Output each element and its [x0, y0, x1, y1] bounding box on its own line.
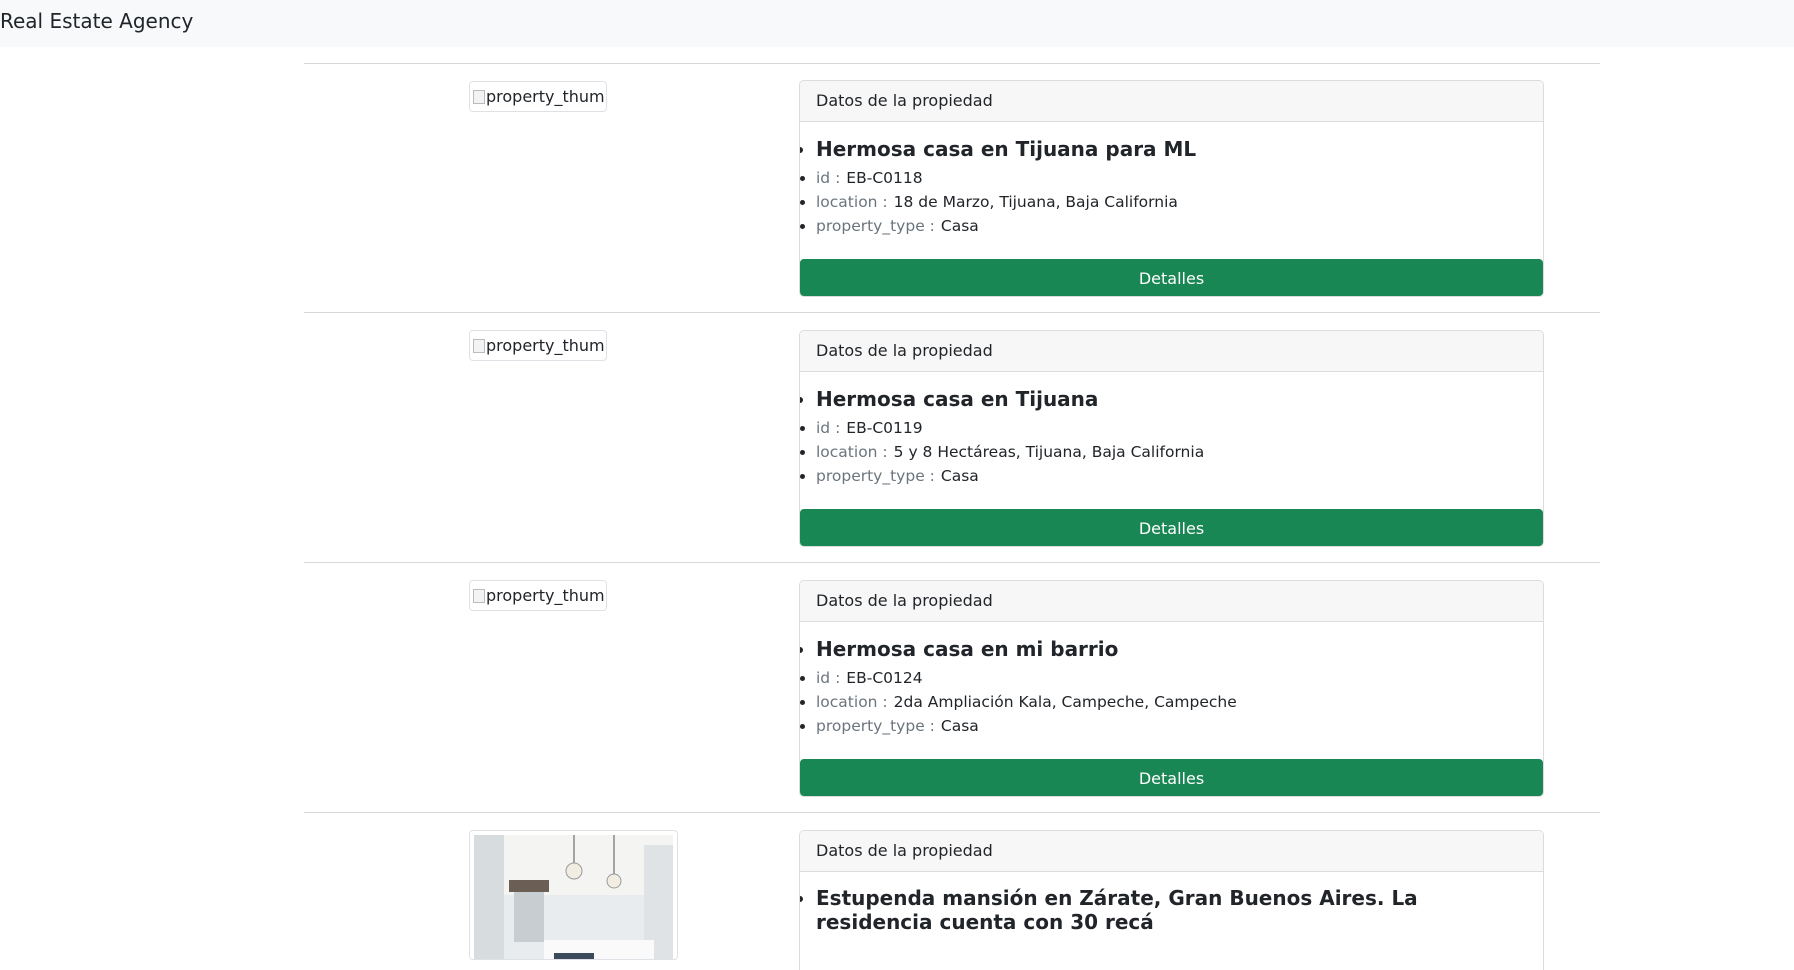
row-divider — [304, 63, 1600, 64]
property-type: property_type : Casa — [816, 464, 1527, 488]
details-button[interactable]: Detalles — [800, 509, 1543, 546]
field-value: EB-C0118 — [846, 169, 923, 187]
field-label: id : — [816, 669, 841, 687]
field-value: Casa — [940, 467, 979, 485]
property-location: location : 18 de Marzo, Tijuana, Baja Cal… — [816, 190, 1527, 214]
property-details-list: Hermosa casa en Tijuana id : EB-C0119 loc… — [816, 386, 1527, 488]
field-label: property_type : — [816, 467, 935, 485]
property-type: property_type : Casa — [816, 214, 1527, 238]
field-label: location : — [816, 193, 888, 211]
card-header: Datos de la propiedad — [800, 81, 1543, 122]
property-details-list: Hermosa casa en Tijuana para ML id : EB-C… — [816, 136, 1527, 238]
field-value: Casa — [940, 717, 979, 735]
card-header: Datos de la propiedad — [800, 581, 1543, 622]
property-card: Datos de la propiedad Hermosa casa en Ti… — [799, 330, 1544, 547]
broken-image-icon — [473, 589, 485, 603]
field-value: 2da Ampliación Kala, Campeche, Campeche — [893, 693, 1237, 711]
property-thumbnail[interactable]: property_thumb — [469, 330, 607, 361]
navbar: Real Estate Agency — [0, 0, 1794, 47]
property-location: location : 2da Ampliación Kala, Campeche,… — [816, 690, 1527, 714]
property-photo[interactable] — [469, 830, 678, 960]
property-card: Datos de la propiedad Estupenda mansión … — [799, 830, 1544, 970]
property-type: property_type : Casa — [816, 714, 1527, 738]
field-label: property_type : — [816, 717, 935, 735]
field-label: property_type : — [816, 217, 935, 235]
property-id: id : EB-C0124 — [816, 666, 1527, 690]
broken-image-icon — [473, 339, 485, 353]
details-button[interactable]: Detalles — [800, 759, 1543, 796]
field-value: 5 y 8 Hectáreas, Tijuana, Baja Californi… — [893, 443, 1205, 461]
field-label: location : — [816, 693, 888, 711]
field-value: EB-C0119 — [846, 419, 923, 437]
thumbnail-alt-text: property_thumb — [486, 586, 607, 605]
field-value: Casa — [940, 217, 979, 235]
field-label: id : — [816, 169, 841, 187]
thumbnail-alt-text: property_thumb — [486, 87, 607, 106]
card-header: Datos de la propiedad — [800, 831, 1543, 872]
property-location: location : 5 y 8 Hectáreas, Tijuana, Baja… — [816, 440, 1527, 464]
row-divider — [304, 312, 1600, 313]
field-value: 18 de Marzo, Tijuana, Baja California — [893, 193, 1178, 211]
row-divider — [304, 562, 1600, 563]
property-title: Hermosa casa en Tijuana — [816, 386, 1527, 412]
property-title: Estupenda mansión en Zárate, Gran Buenos… — [816, 886, 1527, 934]
property-details-list: Hermosa casa en mi barrio id : EB-C0124 l… — [816, 636, 1527, 738]
brand-link[interactable]: Real Estate Agency — [0, 9, 193, 33]
field-value: EB-C0124 — [846, 669, 923, 687]
property-id: id : EB-C0118 — [816, 166, 1527, 190]
property-title: Hermosa casa en Tijuana para ML — [816, 136, 1527, 162]
row-divider — [304, 812, 1600, 813]
details-button[interactable]: Detalles — [800, 259, 1543, 296]
thumbnail-alt-text: property_thumb — [486, 336, 607, 355]
kitchen-photo — [474, 835, 673, 959]
card-header: Datos de la propiedad — [800, 331, 1543, 372]
property-card: Datos de la propiedad Hermosa casa en mi… — [799, 580, 1544, 797]
field-label: id : — [816, 419, 841, 437]
property-title: Hermosa casa en mi barrio — [816, 636, 1527, 662]
property-id: id : EB-C0119 — [816, 416, 1527, 440]
property-thumbnail[interactable]: property_thumb — [469, 81, 607, 112]
broken-image-icon — [473, 90, 485, 104]
property-details-list: Estupenda mansión en Zárate, Gran Buenos… — [816, 886, 1527, 938]
property-thumbnail[interactable]: property_thumb — [469, 580, 607, 611]
property-card: Datos de la propiedad Hermosa casa en Ti… — [799, 80, 1544, 297]
field-label: location : — [816, 443, 888, 461]
